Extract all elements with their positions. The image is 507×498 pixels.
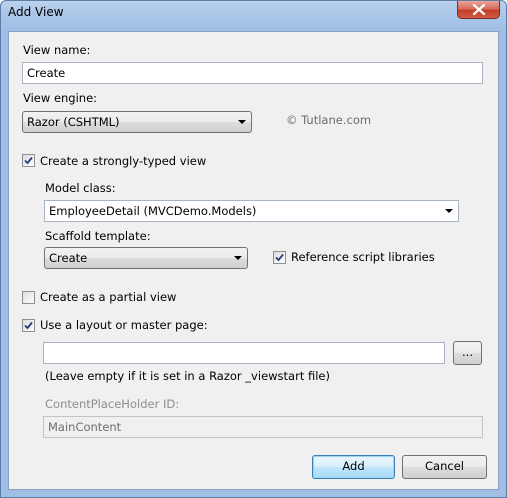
view-engine-value: Razor (CSHTML) — [27, 115, 120, 129]
strongly-typed-label[interactable]: Create a strongly-typed view — [40, 154, 206, 168]
layout-hint-text: (Leave empty if it is set in a Razor _vi… — [45, 369, 330, 383]
add-button[interactable]: Add — [312, 455, 395, 479]
title-bar[interactable]: Add View — [1, 1, 506, 25]
dialog-body: View name: Create View engine: Razor (CS… — [8, 31, 499, 490]
layout-page-label[interactable]: Use a layout or master page: — [40, 318, 208, 332]
scaffold-template-select[interactable]: Create — [44, 247, 248, 269]
cancel-button[interactable]: Cancel — [402, 455, 487, 479]
view-name-input[interactable]: Create — [22, 62, 483, 84]
checkmark-icon — [24, 156, 33, 165]
watermark-text: © Tutlane.com — [286, 113, 372, 127]
chevron-down-icon — [445, 209, 453, 213]
window-title: Add View — [8, 5, 64, 19]
chevron-down-icon — [234, 256, 242, 260]
layout-path-input[interactable] — [43, 342, 445, 364]
checkmark-icon — [24, 321, 33, 330]
reference-scripts-checkbox[interactable] — [273, 251, 286, 264]
placeholder-id-input[interactable]: MainContent — [43, 416, 483, 438]
model-class-label: Model class: — [45, 181, 116, 195]
strongly-typed-checkbox[interactable] — [22, 154, 35, 167]
model-class-select[interactable]: EmployeeDetail (MVCDemo.Models) — [44, 200, 459, 222]
chevron-down-icon — [238, 120, 246, 124]
scaffold-template-label: Scaffold template: — [45, 229, 151, 243]
layout-page-checkbox[interactable] — [22, 319, 35, 332]
browse-button[interactable]: ... — [453, 341, 482, 365]
view-engine-label: View engine: — [23, 91, 98, 105]
model-class-value: EmployeeDetail (MVCDemo.Models) — [49, 204, 257, 218]
partial-view-checkbox[interactable] — [22, 291, 35, 304]
checkmark-icon — [275, 253, 284, 262]
view-name-label: View name: — [23, 43, 91, 57]
scaffold-template-value: Create — [49, 251, 88, 265]
placeholder-id-label: ContentPlaceHolder ID: — [45, 397, 180, 411]
close-button[interactable] — [457, 1, 500, 19]
close-icon — [472, 4, 486, 15]
add-view-dialog: Add View View name: Create View engine: … — [0, 0, 507, 498]
reference-scripts-label[interactable]: Reference script libraries — [291, 250, 435, 264]
partial-view-label[interactable]: Create as a partial view — [40, 290, 176, 304]
view-engine-select[interactable]: Razor (CSHTML) — [22, 111, 252, 133]
